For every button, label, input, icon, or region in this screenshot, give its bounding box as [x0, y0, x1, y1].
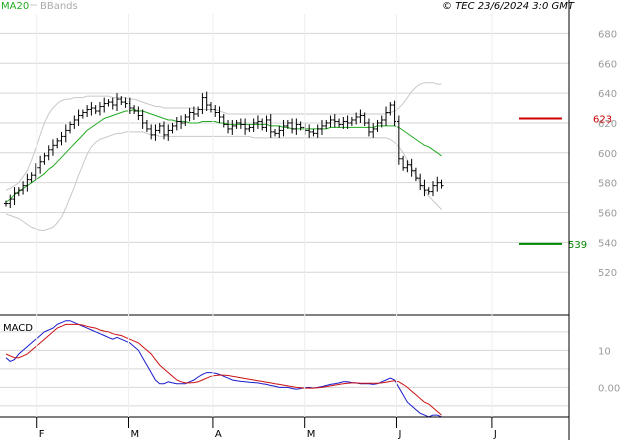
support-label: 539	[568, 240, 587, 251]
x-tick-label: M	[130, 429, 139, 440]
price-ytick-label: 540	[598, 238, 617, 249]
macd-ytick-label: 10	[598, 346, 611, 357]
x-tick-label: J	[397, 429, 401, 440]
macd-ytick-label: 0.00	[598, 383, 620, 394]
resistance-label: 623	[593, 114, 612, 125]
macd-grid: 0.00 10	[0, 331, 620, 407]
signal-line	[5, 323, 442, 416]
stock-chart: MA20 BBands © TEC 23/6/2024 3:0 GMT 520 5…	[0, 0, 620, 440]
price-ytick-label: 520	[598, 268, 617, 279]
x-tick-label: J	[493, 429, 497, 440]
price-grid: 520540560580600620640660680	[0, 29, 617, 279]
price-ytick-label: 640	[598, 89, 617, 100]
macd-title: MACD	[3, 323, 33, 334]
price-ytick-label: 680	[598, 29, 617, 40]
x-tick-label: A	[215, 429, 222, 440]
price-ytick-label: 660	[598, 59, 617, 70]
x-tick-label: F	[39, 429, 45, 440]
price-ytick-label: 560	[598, 209, 617, 220]
price-panel: 623 539	[4, 82, 612, 251]
ohlc-bars	[4, 91, 444, 209]
copyright-label: © TEC 23/6/2024 3:0 GMT	[442, 1, 575, 12]
chart-axes: FMAMJJ	[0, 0, 570, 440]
price-ytick-label: 600	[598, 149, 617, 160]
x-tick-label: M	[307, 429, 316, 440]
legend-ma20: MA20	[1, 1, 29, 12]
price-ytick-label: 580	[598, 179, 617, 190]
chart-legend: MA20 BBands	[0, 0, 78, 12]
legend-bbands: BBands	[40, 1, 78, 12]
